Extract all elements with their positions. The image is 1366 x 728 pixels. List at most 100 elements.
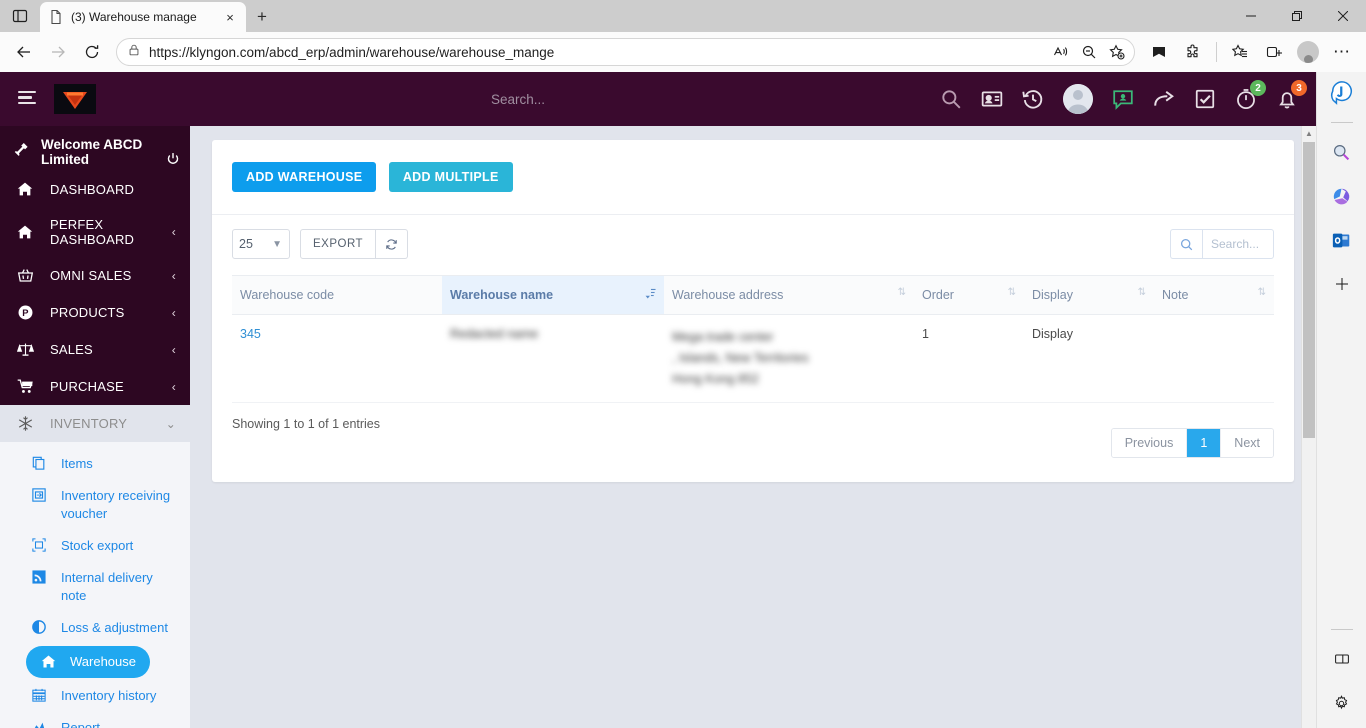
contacts-icon[interactable]	[981, 88, 1003, 110]
tab-close-icon[interactable]: ×	[222, 9, 238, 25]
sidebar-item-inventory-receiving-voucher[interactable]: Inventory receiving voucher	[0, 480, 190, 530]
export-button[interactable]: EXPORT	[300, 229, 377, 259]
global-search[interactable]: Search...	[96, 92, 940, 107]
search-icon[interactable]	[1170, 229, 1202, 259]
extensions-icon[interactable]	[1177, 36, 1209, 68]
minimize-button[interactable]	[1228, 0, 1274, 32]
chevron-left-icon: ‹	[171, 305, 176, 320]
scrollbar-thumb[interactable]	[1303, 142, 1315, 438]
table-footer: Showing 1 to 1 of 1 entries Previous 1 N…	[212, 403, 1294, 482]
chevron-left-icon: ‹	[171, 379, 176, 394]
maximize-restore-button[interactable]	[1274, 0, 1320, 32]
company-logo[interactable]	[54, 84, 96, 114]
back-button[interactable]	[8, 36, 40, 68]
sidebar-item-loss-and-adjustment[interactable]: Loss & adjustment	[0, 612, 190, 644]
sidebar-divider-bottom	[1330, 629, 1353, 630]
table-search-input[interactable]	[1202, 229, 1274, 259]
history-icon[interactable]	[1022, 88, 1044, 110]
sidebar-item-report[interactable]: Report	[0, 712, 190, 728]
col-warehouse-code[interactable]: Warehouse code	[232, 275, 442, 315]
close-window-button[interactable]	[1320, 0, 1366, 32]
read-aloud-icon[interactable]	[1048, 39, 1074, 65]
split-screen-icon[interactable]	[1258, 36, 1290, 68]
page-scrollbar[interactable]: ▲	[1301, 126, 1316, 728]
sidebar-item-items[interactable]: Items	[0, 448, 190, 480]
pagination-page-1[interactable]: 1	[1187, 429, 1222, 457]
favorites-icon[interactable]	[1224, 36, 1256, 68]
outlook-icon[interactable]	[1327, 225, 1357, 255]
power-icon[interactable]	[166, 152, 180, 169]
profile-avatar[interactable]	[1292, 36, 1324, 68]
table-row[interactable]: 345 Redacted name Mega trade center , Is…	[232, 314, 1274, 403]
microsoft-365-icon[interactable]	[1327, 181, 1357, 211]
edge-sidebar	[1316, 72, 1366, 728]
sidebar-item-label: Inventory receiving voucher	[61, 488, 171, 521]
chevron-left-icon: ‹	[171, 342, 176, 357]
timer-badge: 2	[1250, 80, 1266, 96]
sidebar-item-purchase[interactable]: PURCHASE ‹	[0, 368, 190, 405]
col-warehouse-name[interactable]: Warehouse name	[442, 275, 664, 315]
sidebar-item-perfex-dashboard[interactable]: PERFEX DASHBOARD ‹	[0, 207, 190, 257]
sidebar-item-sales[interactable]: SALES ‹	[0, 331, 190, 368]
cart-icon	[14, 378, 36, 395]
address-bar-actions	[1048, 39, 1130, 65]
address-bar[interactable]: https://klyngon.com/abcd_erp/admin/wareh…	[116, 38, 1135, 66]
col-order[interactable]: Order ⇅	[914, 275, 1024, 315]
share-icon[interactable]	[1153, 88, 1175, 110]
browser-tab[interactable]: (3) Warehouse manage ×	[40, 2, 246, 32]
forward-button[interactable]	[42, 36, 74, 68]
product-p-icon: P	[14, 304, 36, 321]
window-controls	[1228, 0, 1366, 32]
hamburger-icon	[18, 90, 36, 108]
sidebar-item-inventory-history[interactable]: Inventory history	[0, 680, 190, 712]
cell-order: 1	[914, 314, 1024, 403]
sidebar-item-internal-delivery-note[interactable]: Internal delivery note	[0, 562, 190, 612]
col-note[interactable]: Note ⇅	[1154, 275, 1274, 315]
zoom-out-icon[interactable]	[1076, 39, 1102, 65]
col-display[interactable]: Display ⇅	[1024, 275, 1154, 315]
split-screen-icon[interactable]	[1327, 644, 1357, 674]
add-app-icon[interactable]	[1327, 269, 1357, 299]
sidebar-item-inventory[interactable]: INVENTORY ⌄	[0, 405, 190, 442]
sidebar-settings-icon[interactable]	[1327, 688, 1357, 718]
pagination-previous[interactable]: Previous	[1111, 429, 1188, 457]
collections-icon[interactable]	[1143, 36, 1175, 68]
add-multiple-button[interactable]: ADD MULTIPLE	[388, 162, 513, 192]
new-tab-button[interactable]: +	[246, 2, 278, 32]
scales-icon	[14, 341, 36, 358]
sidebar-item-dashboard[interactable]: DASHBOARD	[0, 171, 190, 207]
cell-warehouse-code[interactable]: 345	[232, 314, 442, 403]
column-label: Warehouse code	[240, 288, 335, 302]
search-icon[interactable]	[1327, 137, 1357, 167]
add-favorite-icon[interactable]	[1104, 39, 1130, 65]
main-panel: ADD WAREHOUSE ADD MULTIPLE 25 ▼ EXPORT S…	[190, 126, 1316, 728]
refresh-button[interactable]	[376, 229, 409, 259]
tab-actions-button[interactable]	[0, 0, 40, 32]
chevron-left-icon: ‹	[171, 225, 176, 239]
timer-icon[interactable]: 2	[1235, 80, 1266, 110]
pagination-next[interactable]: Next	[1221, 429, 1273, 457]
search-icon[interactable]	[940, 88, 962, 110]
user-avatar[interactable]	[1063, 84, 1093, 114]
add-warehouse-button[interactable]: ADD WAREHOUSE	[232, 162, 377, 192]
bing-copilot-icon[interactable]	[1327, 78, 1357, 108]
menu-toggle-button[interactable]	[0, 90, 54, 108]
reload-button[interactable]	[76, 36, 108, 68]
sidebar-item-warehouse[interactable]: Warehouse	[26, 646, 150, 678]
col-warehouse-address[interactable]: Warehouse address ⇅	[664, 275, 914, 315]
sidebar-item-products[interactable]: P PRODUCTS ‹	[0, 294, 190, 331]
chat-icon[interactable]	[1112, 88, 1134, 110]
sidebar-item-stock-export[interactable]: Stock export	[0, 530, 190, 562]
cell-display: Display	[1024, 314, 1154, 403]
sort-icon: ⇅	[897, 287, 906, 298]
browser-navigation-bar: https://klyngon.com/abcd_erp/admin/wareh…	[0, 32, 1366, 72]
tasks-icon[interactable]	[1194, 88, 1216, 110]
sidebar-item-omni-sales[interactable]: OMNI SALES ‹	[0, 257, 190, 294]
settings-more-icon[interactable]: ⋯	[1326, 36, 1358, 68]
scroll-up-arrow[interactable]: ▲	[1302, 126, 1316, 140]
snowflake-icon	[14, 415, 36, 432]
notifications-bell-icon[interactable]: 3	[1276, 80, 1307, 110]
app-top-bar: Search... 2 3	[0, 72, 1316, 126]
page-length-select[interactable]: 25	[232, 229, 290, 259]
card-actions: ADD WAREHOUSE ADD MULTIPLE	[212, 140, 1294, 215]
